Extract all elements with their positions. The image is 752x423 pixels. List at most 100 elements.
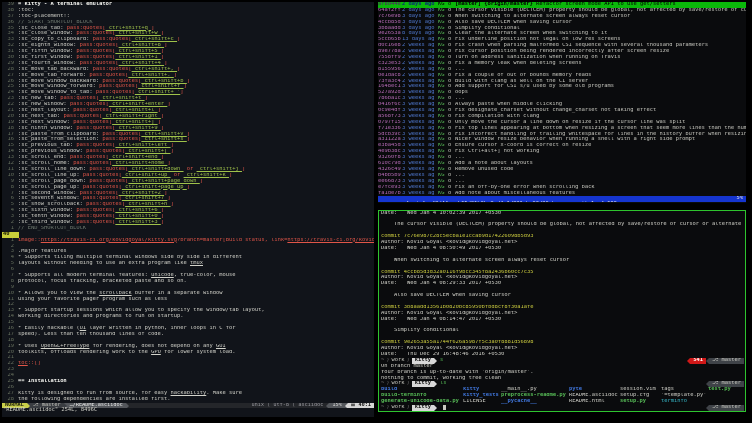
syntax-segment: GUI [216, 344, 226, 349]
syntax-segment: :sc_sixth_window: [18, 208, 76, 213]
syntax-segment: ] [164, 191, 167, 196]
syntax-segment: pass:quotes[ [70, 155, 109, 160]
syntax-segment: pass:quotes[ [89, 179, 128, 184]
syntax-segment: = kitty - A terminal emulator [18, 2, 112, 7]
syntax-segment: pass:quotes[ [93, 37, 132, 42]
syntax-segment: `ctrl+shift+3` [115, 220, 160, 225]
syntax-segment: :sc_new_tab: [18, 96, 60, 101]
commit-subject: Fix designate_charset without change_cha… [455, 108, 656, 113]
commit-subject: Turn on address sanitization when runnin… [455, 55, 621, 60]
syntax-segment: pass:quotes[ [96, 90, 135, 95]
shell-prompt-line[interactable]: ~⟩work⟩kitty⎇ master [379, 405, 745, 411]
syntax-segment: :sc_next_window: [18, 120, 73, 125]
syntax-segment: ] [158, 120, 161, 125]
syntax-segment: `ctrl+shift+page_up` [122, 185, 187, 190]
tig-pane[interactable]: af8d44e2 days agoKGo[master] {origin/mas… [378, 2, 746, 203]
prompt-dir: work [392, 405, 405, 411]
shell-output-text: commit 9e2653a55a1744f626a5987f5c3a0f888… [381, 340, 534, 345]
shell-output-text: Author: Kovid Goyal <kovid@kovidgoyal.ne… [381, 275, 517, 280]
syntax-segment: :sc_copy_to_clipboard: [18, 37, 93, 42]
syntax-segment: :sc_paste_from_selection: [18, 137, 102, 142]
syntax-segment: pass:quotes[ [76, 55, 115, 60]
syntax-segment: tmux [190, 261, 203, 266]
syntax-segment: ] [171, 143, 174, 148]
syntax-segment: * Supports tiling multiple terminal wind… [18, 255, 242, 260]
vim-pane[interactable]: 39= kitty - A terminal emulator38:toc:37… [2, 2, 374, 417]
commit-subject: Fix a memory leak when deleting screens [455, 61, 582, 66]
syntax-segment: pass:quotes[ [83, 196, 122, 201]
syntax-segment: `ctrl+shift+w` [115, 31, 160, 36]
commit-subject: Fix incorrect handling of trailing white… [455, 132, 746, 137]
syntax-segment: ] [200, 179, 203, 184]
shell-output-text: commit 3b8aadd13561b0820bc85950bfbd8cf8f… [381, 305, 534, 310]
prompt-separator-icon: ⟩ [384, 405, 391, 411]
syntax-segment: pass:quotes[ [73, 108, 112, 113]
syntax-segment: ] [161, 49, 164, 54]
syntax-segment: ] [167, 161, 170, 166]
syntax-segment: `ctrl+shift+b` [141, 79, 186, 84]
syntax-segment: `ctrl+shift+7` [122, 196, 167, 201]
shell-output-text: Date: Wed Jan 4 08:14:47 2017 +0530 [381, 317, 501, 322]
syntax-segment: hackability [171, 391, 207, 396]
shell-pane[interactable]: Date: Wed Jan 4 10:02:39 2017 +0530 The … [378, 210, 746, 413]
syntax-segment: pass:quotes[ [76, 214, 115, 219]
typed-command[interactable] [437, 405, 440, 411]
syntax-segment: `ctrl+shift+.` [128, 73, 173, 78]
syntax-segment: pass:quotes[ [70, 102, 109, 107]
syntax-segment: ] [187, 79, 190, 84]
commit-subject: Only move the cursor a line down on resi… [455, 120, 685, 125]
syntax-segment: :sc_close_tab: [18, 26, 67, 31]
commit-subject: Fix compilation with clang [455, 114, 539, 119]
syntax-segment: pass:quotes[ [76, 31, 115, 36]
commit-subject: Remove unused code [455, 167, 513, 172]
shell-output-text: Author: Kovid Goyal <kovid@kovidgoyal.ne… [381, 240, 517, 245]
right-column: af8d44e2 days agoKGo[master] {origin/mas… [378, 2, 746, 423]
syntax-segment: ] [171, 149, 174, 154]
syntax-segment: ] [161, 55, 164, 60]
syntax-segment: `ctrl+shift+v` [141, 132, 186, 137]
syntax-segment: `ctrl+shift+0` [115, 214, 160, 219]
commit-subject: Build with clang as well on the CI serve… [455, 79, 588, 84]
syntax-segment: toolkits, offloads rendering work to the [18, 350, 151, 355]
syntax-segment: pass:quotes[ [102, 132, 141, 137]
syntax-segment: ] [164, 43, 167, 48]
syntax-segment: ::[] [28, 361, 41, 366]
syntax-segment: layer written in python, inner loops in … [86, 326, 235, 331]
text-cursor[interactable] [443, 405, 446, 410]
syntax-segment: scrollback [99, 291, 131, 296]
commit-subject: Refactor screen mode API to use get/sett… [536, 2, 676, 7]
syntax-segment: == Installation [18, 379, 67, 384]
commit-subject: When switching to alternate screen alway… [455, 14, 630, 19]
syntax-segment: :sc_next_tab: [18, 114, 63, 119]
syntax-segment: `ctrl+shift+up` [122, 173, 171, 178]
syntax-segment: `ctrl+shift+j` [197, 167, 242, 172]
commit-subject: Fix Ctrl+alt+] not working [455, 149, 539, 154]
shell-output-text: Date: Wed Jan 4 10:02:39 2017 +0530 [381, 211, 501, 216]
syntax-segment: :sc_move_window_backward: [18, 79, 102, 84]
shell-output-text: Simplify conditional [381, 328, 459, 333]
syntax-segment: `ctrl+shift+q` [106, 26, 151, 31]
git-branch-segment: ⎇ master [709, 405, 744, 411]
syntax-segment: * Allows you to view the [18, 291, 99, 296]
syntax-segment: `ctrl+shift+enter` [109, 102, 167, 107]
syntax-segment: * Support startup sessions which allow y… [18, 308, 265, 313]
syntax-segment: pass:quotes[ [76, 220, 115, 225]
syntax-segment: `ctrl+shift+]` [112, 120, 157, 125]
shell-output-text: commit 4ccb85d3d32a0116f9bcc345f8a2436b6… [381, 270, 534, 275]
syntax-segment: `ctrl+shift+s` [141, 137, 186, 142]
shell-output-text: When switching to alternate screen alway… [381, 258, 569, 263]
shell-output-text: Author: Kovid Goyal <kovid@kovidgoyal.ne… [381, 346, 517, 351]
syntax-segment: :sc_scroll_line_down: [18, 167, 89, 172]
syntax-segment: for lower system load. [161, 350, 236, 355]
syntax-segment: ] [177, 67, 180, 72]
syntax-segment: ] [161, 126, 164, 131]
syntax-segment: layouts without needing to use an extra … [18, 261, 190, 266]
syntax-segment: ] [177, 37, 180, 42]
commit-subject: ... [455, 67, 465, 72]
syntax-segment: * Supports all modern terminal features: [18, 273, 151, 278]
kitty-terminal-window: 39= kitty - A terminal emulator38:toc:37… [0, 0, 752, 423]
tig-status-text: [main] af8d44ecab65d01b6bc8ad4e1d331ebc9… [406, 201, 617, 202]
syntax-segment: https://travis-ci.org/kovidgoyal/kitty.s… [41, 238, 177, 243]
shell-output-text: Date: Wed Jan 4 08:50:49 2017 +0530 [381, 246, 501, 251]
syntax-segment: , true-color, mouse [174, 273, 236, 278]
